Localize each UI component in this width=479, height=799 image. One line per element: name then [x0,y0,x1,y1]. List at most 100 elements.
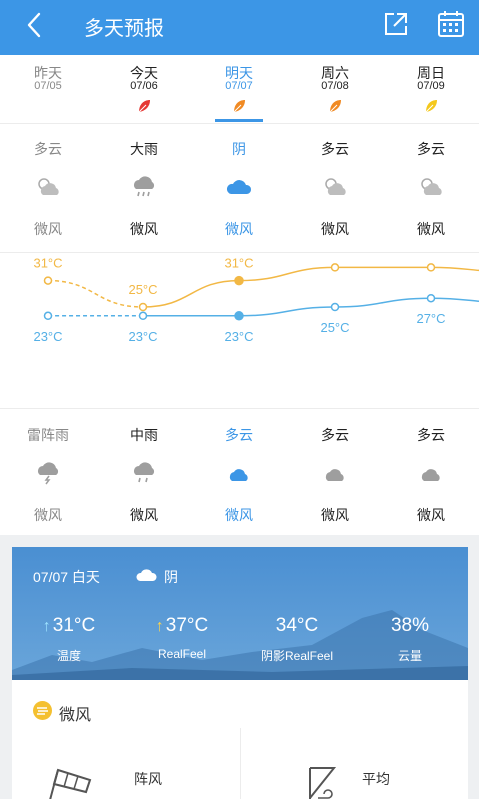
min-temp-point [330,302,340,312]
wind-label: 微风 [417,507,445,523]
daytime-weather-row: 多云 微风 大雨 微风 阴 微风 多云 微风 多云 微风 [0,139,479,239]
condition-label: 多云 [321,141,349,157]
red-leaf-icon [138,100,150,113]
night-weather-cell: 多云 微风 [287,425,383,525]
condition-label: 多云 [417,427,445,443]
max-temp-point [330,263,340,272]
day-tab-today[interactable]: 今天 07/06 [96,55,192,123]
cloudy-night-icon [325,465,344,481]
stat-label: 云量 [397,649,422,663]
detail-condition: 阴 [164,569,178,585]
cloudy-night-icon [421,465,440,481]
night-weather-cell: 多云 微风 [383,425,479,525]
selected-tab-indicator [215,119,263,122]
stat-value: 37°C [165,615,209,636]
cloud-icon [226,180,252,194]
max-temp-point [234,275,244,286]
day-date: 07/08 [321,80,349,92]
app-header: 多天预报 [0,0,479,55]
partly-cloudy-icon [421,178,442,195]
divider [240,728,241,799]
min-temp-label: 23°C [224,329,253,344]
night-weather-cell: 多云 微风 [191,425,287,525]
wind-icon [33,701,52,720]
day-weather-cell: 大雨 微风 [96,139,192,239]
wind-title: 微风 [59,707,92,724]
wind-label: 微风 [417,221,445,237]
back-arrow-icon[interactable] [22,10,48,40]
calendar-icon[interactable] [437,10,465,38]
forecast-panel: 昨天 07/05 今天 07/06 明天 07/07 周六 07/08 周日 0… [0,55,479,535]
condition-label: 多云 [34,141,62,157]
page-title: 多天预报 [84,18,164,40]
wind-card: 微风 阵风 平均 [12,680,468,799]
day-weather-cell: 多云 微风 [287,139,383,239]
condition-label: 中雨 [130,427,158,443]
wind-label: 微风 [225,507,253,523]
day-date: 07/05 [34,80,62,92]
min-temp-label: 23°C [128,329,157,344]
min-temp-point [43,311,53,321]
orange-leaf-icon [329,100,341,113]
min-temp-point [234,311,244,321]
day-tab-sunday[interactable]: 周日 07/09 [383,55,479,123]
stat-cloud-cover: 38% 云量 [350,615,468,663]
gust-label: 阵风 [134,771,162,787]
arrow-up-icon: ↑ [42,618,51,635]
partly-cloudy-icon [38,178,59,195]
detail-heading: 07/07 白天 [33,569,100,585]
windsock-icon [49,768,92,799]
day-detail-card: 07/07 白天 阴 ↑ 31°C 温度 ↑ 37°C RealFeel 34°C … [12,547,468,680]
day-tabs: 昨天 07/05 今天 07/06 明天 07/07 周六 07/08 周日 0… [0,55,479,123]
condition-label: 多云 [321,427,349,443]
min-temp-label: 25°C [320,320,349,335]
condition-label: 大雨 [130,141,158,157]
stat-shade-realfeel: 34°C 阴影RealFeel [237,615,357,663]
day-weather-cell: 多云 微风 [0,139,96,239]
wind-label: 微风 [321,507,349,523]
stat-label: RealFeel [157,647,207,661]
temperature-chart: 31°C 25°C 31°C 34°C 34°C 23°C 23°C 23°C 25°C 27°C [33,255,479,344]
min-temp-label: 23°C [33,329,62,344]
cloud-icon [136,569,157,581]
day-weather-cell: 多云 微风 [383,139,479,239]
condition-label: 阴 [232,141,246,157]
stat-value: 38% [390,615,430,636]
day-weather-cell: 阴 微风 [191,139,287,239]
yellow-leaf-icon [425,100,437,113]
wind-label: 微风 [34,507,62,523]
max-temp-point [426,263,436,272]
min-temp-point [138,311,148,321]
day-tab-yesterday[interactable]: 昨天 07/05 [0,55,96,123]
stat-temperature: ↑ 31°C 温度 [12,615,129,663]
rain-icon [134,462,155,483]
night-weather-row: 雷阵雨 微风 中雨 微风 多云 微风 多云 微风 多云 微风 [0,425,479,525]
wind-label: 微风 [130,221,158,237]
share-icon[interactable] [383,11,409,37]
wind-label: 微风 [321,221,349,237]
min-temp-point [426,293,436,303]
wind-label: 微风 [34,221,62,237]
max-temp-label: 25°C [128,282,157,297]
stat-label: 温度 [56,649,81,663]
orange-leaf-icon [233,100,245,113]
stat-realfeel: ↑ 37°C RealFeel [122,615,242,661]
day-date: 07/09 [417,80,445,92]
thunder-rain-icon [38,462,59,485]
day-tab-saturday[interactable]: 周六 07/08 [287,55,383,123]
min-temp-label: 27°C [416,311,445,326]
day-date: 07/06 [130,80,158,92]
divider [0,123,479,124]
wind-label: 微风 [130,507,158,523]
divider [0,252,479,253]
condition-label: 多云 [417,141,445,157]
rain-icon [134,176,155,197]
night-weather-cell: 雷阵雨 微风 [0,425,96,525]
arrow-up-icon: ↑ [155,618,164,635]
max-temp-label: 34°C [320,255,349,257]
average-label: 平均 [362,771,390,787]
night-weather-cell: 中雨 微风 [96,425,192,525]
condition-label: 雷阵雨 [27,427,69,443]
stat-label: 阴影RealFeel [260,649,334,663]
day-tab-tomorrow[interactable]: 明天 07/07 [191,55,287,123]
